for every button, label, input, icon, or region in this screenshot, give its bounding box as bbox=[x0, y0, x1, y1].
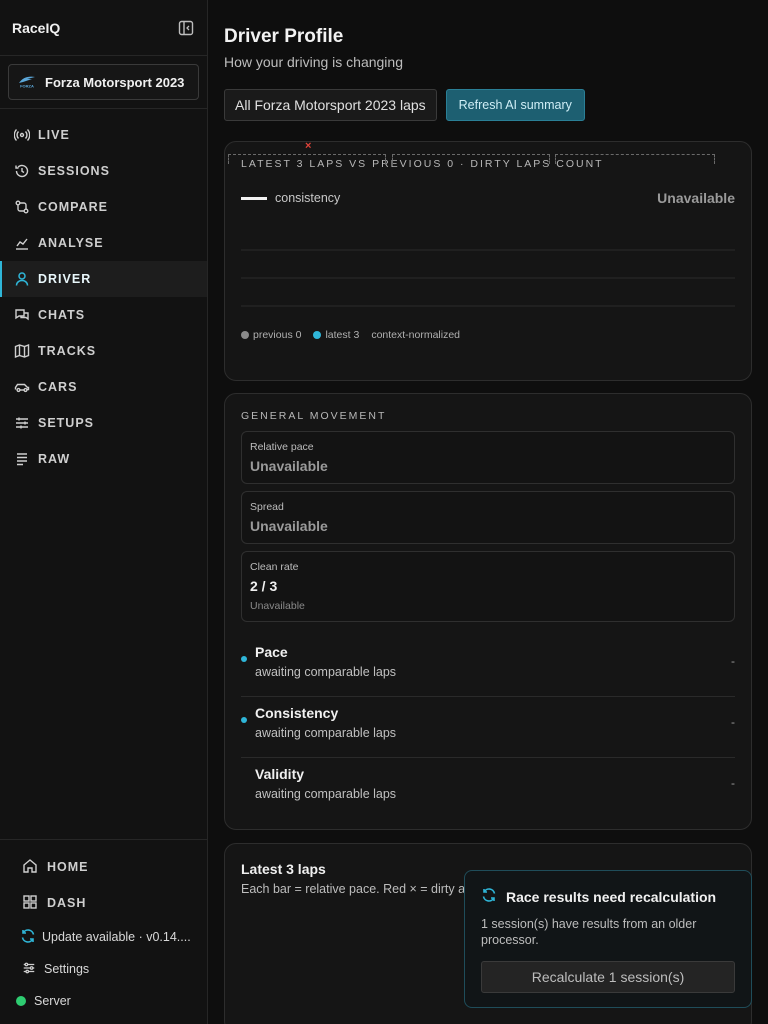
relative-pace-stat: Relative pace Unavailable bbox=[241, 431, 735, 484]
sidebar-item-analyse[interactable]: ANALYSE bbox=[0, 225, 207, 261]
refresh-ai-summary-button[interactable]: Refresh AI summary bbox=[445, 89, 585, 121]
lap-scope-button[interactable]: All Forza Motorsport 2023 laps bbox=[224, 89, 437, 121]
previous-dot-icon bbox=[241, 331, 249, 339]
sidebar-item-driver[interactable]: DRIVER bbox=[0, 261, 207, 297]
home-icon bbox=[22, 858, 38, 877]
laps-bar-chart: × bbox=[228, 140, 716, 180]
page-subtitle: How your driving is changing bbox=[224, 54, 403, 70]
app-root: RaceIQ FORZA Forza Motorsport 2023 LIVE … bbox=[0, 0, 768, 1024]
update-available-link[interactable]: Update available · v0.14.... bbox=[0, 921, 207, 953]
server-status-dot-icon bbox=[16, 996, 26, 1006]
user-icon bbox=[14, 271, 30, 287]
consistency-metric-label: consistency bbox=[275, 191, 341, 205]
recalculate-button[interactable]: Recalculate 1 session(s) bbox=[481, 961, 735, 993]
consistency-metric-value: Unavailable bbox=[657, 190, 735, 206]
recalculation-toast: Race results need recalculation 1 sessio… bbox=[464, 870, 752, 1008]
sidebar-item-setups[interactable]: SETUPS bbox=[0, 405, 207, 441]
collapse-sidebar-icon[interactable] bbox=[177, 19, 195, 37]
sidebar-item-sessions[interactable]: SESSIONS bbox=[0, 153, 207, 189]
sidebar-item-cars[interactable]: CARS bbox=[0, 369, 207, 405]
legend-previous: previous 0 bbox=[241, 329, 301, 341]
sidebar-item-label: SETUPS bbox=[38, 416, 95, 430]
trend-dot-icon bbox=[241, 717, 247, 723]
sidebar-header: RaceIQ bbox=[0, 0, 207, 56]
brand-logo[interactable]: RaceIQ bbox=[12, 20, 60, 36]
sidebar-item-label: DRIVER bbox=[38, 272, 92, 286]
sidebar-item-live[interactable]: LIVE bbox=[0, 117, 207, 153]
sidebar-item-label: TRACKS bbox=[38, 344, 97, 358]
home-label: HOME bbox=[47, 860, 89, 874]
sidebar-item-tracks[interactable]: TRACKS bbox=[0, 333, 207, 369]
sidebar-bottom: HOME DASH Update available · v0.14.... S… bbox=[0, 839, 207, 1017]
spread-stat: Spread Unavailable bbox=[241, 491, 735, 544]
game-selector[interactable]: FORZA Forza Motorsport 2023 bbox=[8, 64, 199, 100]
main-content: Driver Profile How your driving is chang… bbox=[208, 0, 768, 1024]
consistency-line-swatch bbox=[241, 196, 267, 200]
compare-icon bbox=[14, 199, 30, 215]
general-movement-card: GENERAL MOVEMENT Relative pace Unavailab… bbox=[224, 393, 752, 830]
lap-bar[interactable] bbox=[555, 154, 715, 164]
trend-dot-icon bbox=[241, 656, 247, 662]
dash-label: DASH bbox=[47, 896, 87, 910]
game-selector-wrap: FORZA Forza Motorsport 2023 bbox=[0, 56, 207, 109]
sidebar-item-raw[interactable]: RAW bbox=[0, 441, 207, 477]
sidebar-item-label: LIVE bbox=[38, 128, 70, 142]
chat-icon bbox=[14, 307, 30, 323]
dirty-lap-marker: × bbox=[305, 140, 312, 152]
settings-link[interactable]: Settings bbox=[0, 953, 207, 985]
consistency-chart bbox=[241, 206, 735, 326]
clean-rate-stat: Clean rate 2 / 3 Unavailable bbox=[241, 551, 735, 622]
history-icon bbox=[14, 163, 30, 179]
consistency-chart-svg bbox=[241, 249, 735, 307]
sidebar-item-label: COMPARE bbox=[38, 200, 108, 214]
general-movement-label: GENERAL MOVEMENT bbox=[241, 410, 387, 422]
consistency-chart-legend: previous 0 latest 3 context-normalized bbox=[241, 329, 735, 341]
refresh-icon bbox=[20, 928, 36, 947]
sidebar-item-label: ANALYSE bbox=[38, 236, 104, 250]
trend-item-validity: Validity awaiting comparable laps - bbox=[255, 766, 735, 801]
settings-label: Settings bbox=[44, 962, 90, 976]
dash-link[interactable]: DASH bbox=[0, 885, 207, 921]
sidebar-item-label: SESSIONS bbox=[38, 164, 110, 178]
legend-note: context-normalized bbox=[371, 329, 461, 341]
trend-list: Pace awaiting comparable laps - Consiste… bbox=[241, 636, 735, 819]
page-actions: All Forza Motorsport 2023 laps Refresh A… bbox=[224, 89, 752, 121]
map-icon bbox=[14, 343, 30, 359]
game-selector-label: Forza Motorsport 2023 bbox=[45, 74, 185, 90]
sidebar-item-compare[interactable]: COMPARE bbox=[0, 189, 207, 225]
sidebar-item-label: CARS bbox=[38, 380, 78, 394]
sidebar-item-label: CHATS bbox=[38, 308, 86, 322]
legend-latest: latest 3 bbox=[313, 329, 359, 341]
car-icon bbox=[14, 379, 30, 395]
sidebar-item-label: RAW bbox=[38, 452, 71, 466]
sliders-icon bbox=[14, 415, 30, 431]
dashboard-icon bbox=[22, 894, 38, 913]
sidebar: RaceIQ FORZA Forza Motorsport 2023 LIVE … bbox=[0, 0, 208, 1024]
toast-title: Race results need recalculation bbox=[506, 888, 717, 905]
latest-dot-icon bbox=[313, 331, 322, 339]
refresh-icon bbox=[481, 887, 497, 906]
forza-logo-icon: FORZA bbox=[17, 74, 37, 91]
server-status: Server bbox=[0, 985, 207, 1017]
chart-icon bbox=[14, 235, 30, 251]
page-title: Driver Profile bbox=[224, 26, 344, 47]
list-icon bbox=[14, 451, 30, 467]
server-label: Server bbox=[34, 994, 71, 1008]
update-label: Update available · v0.14.... bbox=[42, 930, 191, 944]
lap-bar[interactable] bbox=[392, 154, 550, 164]
settings-sliders-icon bbox=[22, 961, 36, 978]
trend-item-consistency: Consistency awaiting comparable laps - bbox=[241, 697, 735, 758]
sidebar-item-chats[interactable]: CHATS bbox=[0, 297, 207, 333]
svg-text:FORZA: FORZA bbox=[20, 83, 34, 88]
consistency-metric-row: consistency Unavailable bbox=[241, 190, 735, 206]
radio-icon bbox=[14, 127, 30, 143]
lap-bar[interactable] bbox=[228, 154, 386, 164]
sidebar-nav: LIVE SESSIONS COMPARE ANALYSE DRIVER CHA… bbox=[0, 109, 207, 477]
toast-message: 1 session(s) have results from an older … bbox=[481, 917, 697, 947]
home-link[interactable]: HOME bbox=[0, 849, 207, 885]
trend-item-pace: Pace awaiting comparable laps - bbox=[241, 636, 735, 697]
